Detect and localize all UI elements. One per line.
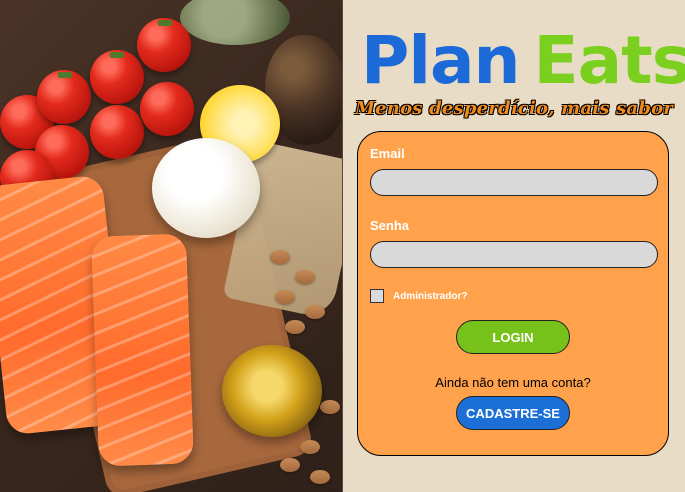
tomato-illustration	[137, 18, 191, 72]
almond-illustration	[280, 458, 300, 472]
tomato-illustration	[90, 50, 144, 104]
almond-illustration	[305, 305, 325, 319]
password-field[interactable]	[370, 241, 658, 268]
tomato-illustration	[37, 70, 91, 124]
admin-checkbox[interactable]	[370, 289, 384, 303]
almond-illustration	[300, 440, 320, 454]
garlic-illustration	[152, 138, 260, 238]
signup-button[interactable]: CADASTRE-SE	[456, 396, 570, 430]
logo-eats-text: Eats	[533, 22, 685, 99]
tomato-stem	[158, 20, 172, 26]
login-panel: Plan Eats Menos desperdício, mais sabor …	[343, 0, 685, 492]
password-label: Senha	[370, 218, 410, 233]
tomato-illustration	[140, 82, 194, 136]
salmon-fillet-illustration	[91, 233, 194, 467]
login-card: Email Senha Administrador? LOGIN Ainda n…	[357, 131, 669, 456]
tomato-illustration	[90, 105, 144, 159]
email-label: Email	[370, 146, 405, 161]
tomato-stem	[58, 72, 72, 78]
olive-oil-bowl-illustration	[222, 345, 322, 437]
almond-illustration	[320, 400, 340, 414]
tagline: Menos desperdício, mais sabor	[355, 98, 673, 119]
no-account-text: Ainda não tem uma conta?	[435, 375, 591, 390]
email-field[interactable]	[370, 169, 658, 196]
almond-illustration	[285, 320, 305, 334]
artichoke-illustration	[180, 0, 290, 45]
almond-illustration	[295, 270, 315, 284]
login-button[interactable]: LOGIN	[456, 320, 570, 354]
almond-illustration	[275, 290, 295, 304]
almond-illustration	[270, 250, 290, 264]
app-window: Plan Eats Menos desperdício, mais sabor …	[0, 0, 685, 492]
planeats-logo: Plan Eats	[361, 16, 685, 94]
logo-plan-text: Plan	[361, 22, 521, 99]
hero-food-image	[0, 0, 343, 492]
almond-illustration	[310, 470, 330, 484]
admin-checkbox-label[interactable]: Administrador?	[393, 291, 467, 302]
tomato-stem	[110, 52, 124, 58]
